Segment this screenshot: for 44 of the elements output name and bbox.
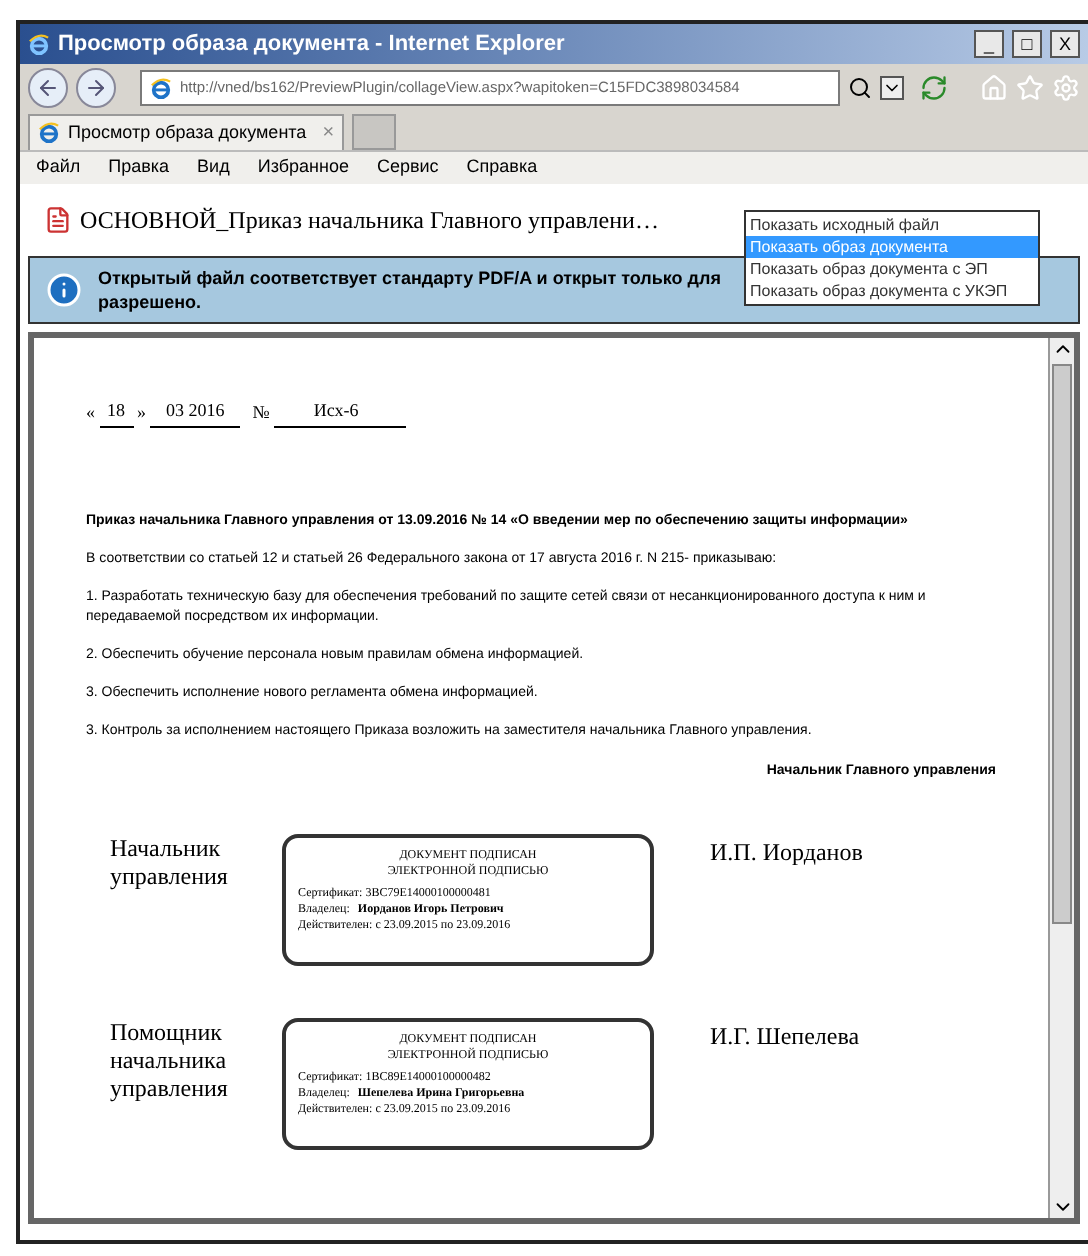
browser-logo-icon <box>28 33 50 55</box>
menu-item[interactable]: Вид <box>197 154 230 182</box>
view-option[interactable]: Показать образ документа с УКЭП <box>746 280 1038 302</box>
info-text: Открытый файл соответствует стандарту PDF/A и открыт только для <box>98 266 721 290</box>
pdf-file-icon <box>44 206 72 234</box>
page-icon <box>150 77 172 99</box>
tab-icon <box>38 122 60 144</box>
window-title: Просмотр образа документа - Internet Explorer <box>58 29 567 60</box>
dropdown-icon[interactable] <box>880 76 904 100</box>
signer-position: Начальник управления <box>108 834 230 894</box>
window-control[interactable]: X <box>1050 30 1080 58</box>
menu-item[interactable]: Правка <box>108 154 170 182</box>
menu-item[interactable]: Сервис <box>376 154 439 182</box>
number-field: Исх-6 <box>273 398 407 427</box>
info-text: разрешено. <box>98 290 204 314</box>
menu-item[interactable]: Справка <box>466 154 538 182</box>
date-text: » <box>137 400 146 426</box>
search-icon[interactable] <box>848 76 872 100</box>
browser-tab[interactable]: Просмотр образа документа × <box>28 114 345 150</box>
date-text: « <box>86 400 95 426</box>
tab-label: Просмотр образа документа <box>68 119 307 146</box>
menu-item[interactable]: Файл <box>36 154 81 182</box>
back-arrow-icon <box>36 76 60 100</box>
month-year-field: 03 2016 <box>150 398 241 427</box>
signer-name: И.Г. Шепелева <box>708 1020 860 1054</box>
scrollbar[interactable] <box>1048 338 1074 1218</box>
forward-arrow-icon <box>84 76 108 100</box>
refresh-icon[interactable] <box>920 74 948 102</box>
view-option[interactable]: Показать исходный файл <box>746 214 1038 236</box>
view-option[interactable]: Показать образ документа с ЭП <box>746 258 1038 280</box>
document-title: ОСНОВНОЙ_Приказ начальника Главного управлени… <box>80 204 659 238</box>
scroll-thumb[interactable] <box>1052 364 1072 924</box>
signer-position: Помощник начальника управления <box>108 1018 230 1106</box>
new-tab-button[interactable] <box>352 114 397 150</box>
info-icon <box>46 272 82 308</box>
signer-name: И.П. Иорданов <box>708 836 863 870</box>
day-field: 18 <box>99 398 133 427</box>
window-control[interactable]: □ <box>1012 30 1042 58</box>
menu-item[interactable]: Избранное <box>257 154 349 182</box>
forward-button[interactable] <box>76 68 116 108</box>
window-control[interactable]: _ <box>974 30 1004 58</box>
number-sign: № <box>252 400 270 426</box>
back-button[interactable] <box>28 68 68 108</box>
star-icon[interactable] <box>1016 74 1044 102</box>
